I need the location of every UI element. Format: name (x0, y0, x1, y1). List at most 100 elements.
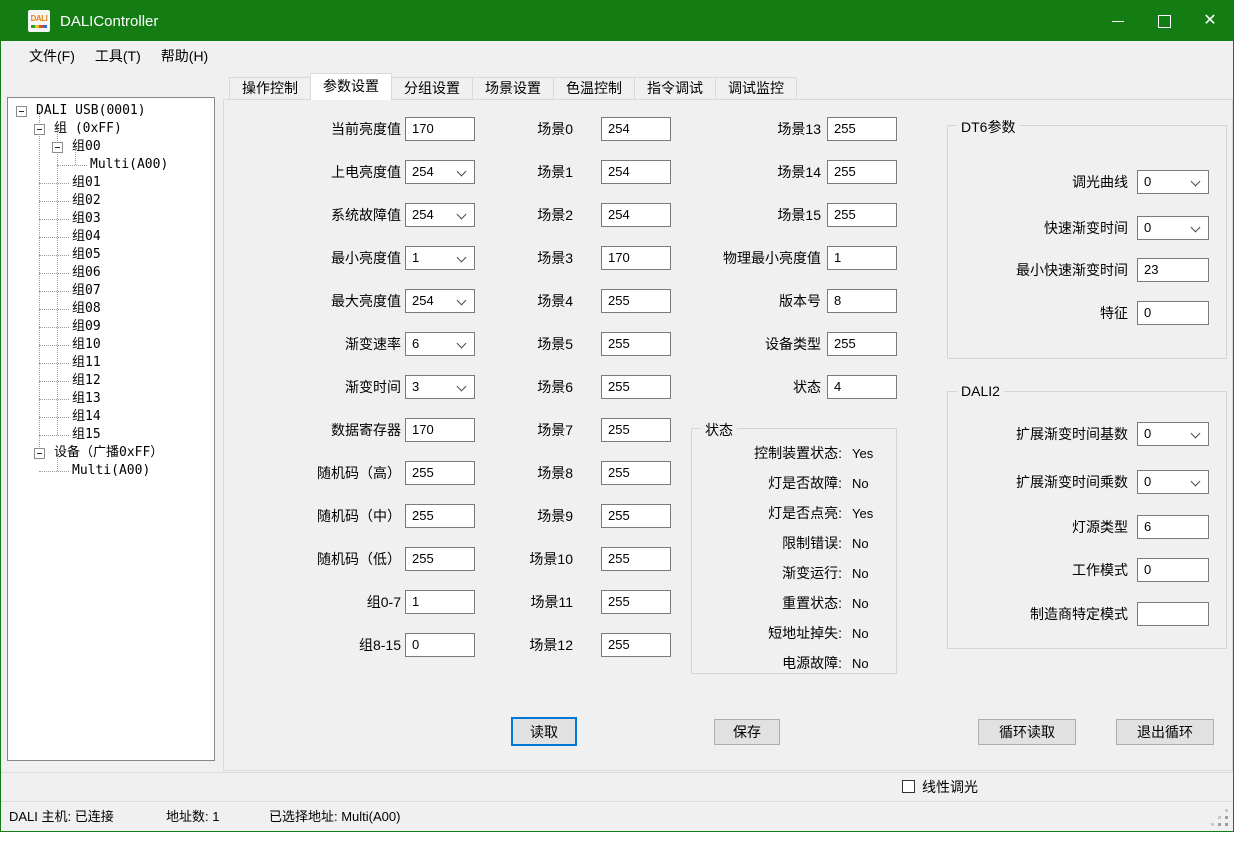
random-code-low-input[interactable]: 255 (405, 547, 475, 571)
tab-grouping-settings[interactable]: 分组设置 (391, 77, 473, 99)
device-tree[interactable]: DALI USB(0001)组 (0xFF)组00Multi(A00)组01组0… (7, 97, 215, 761)
power-on-level-combobox[interactable]: 254 (405, 160, 475, 184)
fade-time-label: 渐变时间 (271, 377, 401, 397)
exit-loop-button[interactable]: 退出循环 (1116, 719, 1214, 745)
status-value-input[interactable]: 4 (827, 375, 897, 399)
collapse-icon[interactable] (34, 124, 45, 135)
tree-connector (39, 201, 69, 203)
tree-node-label: 组15 (72, 426, 101, 444)
tree-connector (57, 165, 87, 167)
scene-4-value: 255 (608, 290, 630, 312)
param-row: 当前亮度值170 (271, 117, 475, 141)
device-type-input[interactable]: 255 (827, 332, 897, 356)
fast-fade-time-combobox[interactable]: 0 (1137, 216, 1209, 240)
save-button[interactable]: 保存 (714, 719, 780, 745)
fast-fade-time-row: 快速渐变时间0 (948, 216, 1226, 240)
scene-15-input[interactable]: 255 (827, 203, 897, 227)
dali2-groupbox: DALI2 扩展渐变时间基数0扩展渐变时间乘数0灯源类型6工作模式0制造商特定模… (947, 391, 1227, 649)
scene-10-input[interactable]: 255 (601, 547, 671, 571)
light-source-type-row: 灯源类型6 (948, 515, 1226, 539)
scene-9-input[interactable]: 255 (601, 504, 671, 528)
operating-mode-value: 0 (1144, 559, 1151, 581)
scene-7-input[interactable]: 255 (601, 418, 671, 442)
features-label: 特征 (948, 303, 1128, 323)
dimming-curve-combobox[interactable]: 0 (1137, 170, 1209, 194)
param-row: 系统故障值254 (271, 203, 475, 227)
random-code-high-input[interactable]: 255 (405, 461, 475, 485)
chevron-down-icon (457, 296, 467, 306)
collapse-icon[interactable] (34, 448, 45, 459)
tab-debug-monitor[interactable]: 调试监控 (715, 77, 797, 99)
read-button[interactable]: 读取 (511, 717, 577, 746)
ext-fade-time-base-label: 扩展渐变时间基数 (948, 424, 1128, 444)
fast-fade-time-value: 0 (1144, 217, 1151, 239)
features-input[interactable]: 0 (1137, 301, 1209, 325)
random-code-mid-label: 随机码（中） (271, 506, 401, 526)
scene-12-input[interactable]: 255 (601, 633, 671, 657)
min-fast-fade-time-input[interactable]: 23 (1137, 258, 1209, 282)
data-register-input[interactable]: 170 (405, 418, 475, 442)
manufacturer-specific-mode-input[interactable] (1137, 602, 1209, 626)
operating-mode-input[interactable]: 0 (1137, 558, 1209, 582)
current-level-input[interactable]: 170 (405, 117, 475, 141)
scene-5-input[interactable]: 255 (601, 332, 671, 356)
scene-3-input[interactable]: 170 (601, 246, 671, 270)
menu-help[interactable]: 帮助(H) (151, 42, 218, 70)
physical-min-level-input[interactable]: 1 (827, 246, 897, 270)
control-gear-status-value: Yes (852, 446, 873, 461)
tree-connector (39, 417, 69, 419)
scene-0-input[interactable]: 254 (601, 117, 671, 141)
scene-8-value: 255 (608, 462, 630, 484)
tree-node-label: 组07 (72, 282, 101, 300)
tree-connector (39, 345, 69, 347)
app-icon-colorbar (31, 25, 47, 28)
menu-tools[interactable]: 工具(T) (85, 42, 151, 70)
tab-parameter-settings[interactable]: 参数设置 (310, 73, 392, 100)
loop-read-button[interactable]: 循环读取 (978, 719, 1076, 745)
scene-14-input[interactable]: 255 (827, 160, 897, 184)
scene-2-input[interactable]: 254 (601, 203, 671, 227)
scene-7-value: 255 (608, 419, 630, 441)
close-button[interactable]: ✕ (1187, 1, 1233, 41)
fade-time-combobox[interactable]: 3 (405, 375, 475, 399)
tree-guide-line (39, 111, 41, 453)
groups-8-15-input[interactable]: 0 (405, 633, 475, 657)
scene-11-input[interactable]: 255 (601, 590, 671, 614)
tree-node[interactable]: Multi(A00) (8, 462, 214, 480)
system-failure-level-combobox[interactable]: 254 (405, 203, 475, 227)
reset-state-value: No (852, 596, 869, 611)
scene-13-input[interactable]: 255 (827, 117, 897, 141)
scene-1-input[interactable]: 254 (601, 160, 671, 184)
max-level-combobox[interactable]: 254 (405, 289, 475, 313)
scene-4-input[interactable]: 255 (601, 289, 671, 313)
param-row: 场景13255 (691, 117, 897, 141)
tab-operation-control[interactable]: 操作控制 (229, 77, 311, 99)
random-code-mid-input[interactable]: 255 (405, 504, 475, 528)
scene-6-input[interactable]: 255 (601, 375, 671, 399)
maximize-button[interactable] (1141, 1, 1187, 41)
random-code-mid-value: 255 (412, 505, 434, 527)
scene-1-label: 场景1 (481, 162, 573, 182)
groups-0-7-input[interactable]: 1 (405, 590, 475, 614)
collapse-icon[interactable] (52, 142, 63, 153)
current-level-value: 170 (412, 118, 434, 140)
tree-node-label: 组 (0xFF) (54, 120, 122, 138)
minimize-button[interactable] (1095, 1, 1141, 41)
version-number-input[interactable]: 8 (827, 289, 897, 313)
scene-8-input[interactable]: 255 (601, 461, 671, 485)
light-source-type-input[interactable]: 6 (1137, 515, 1209, 539)
ext-fade-time-base-combobox[interactable]: 0 (1137, 422, 1209, 446)
linear-dimming-checkbox[interactable] (902, 780, 915, 793)
resize-grip[interactable] (1225, 823, 1228, 826)
tab-color-temp-control[interactable]: 色温控制 (553, 77, 635, 99)
tab-command-debug[interactable]: 指令调试 (634, 77, 716, 99)
limit-error-row: 限制错误:No (692, 528, 896, 558)
collapse-icon[interactable] (16, 106, 27, 117)
ext-fade-time-multiplier-combobox[interactable]: 0 (1137, 470, 1209, 494)
min-level-combobox[interactable]: 1 (405, 246, 475, 270)
control-gear-status-row: 控制装置状态:Yes (692, 438, 896, 468)
menu-file[interactable]: 文件(F) (19, 42, 85, 70)
tree-connector (39, 381, 69, 383)
fade-rate-combobox[interactable]: 6 (405, 332, 475, 356)
tab-scene-settings[interactable]: 场景设置 (472, 77, 554, 99)
